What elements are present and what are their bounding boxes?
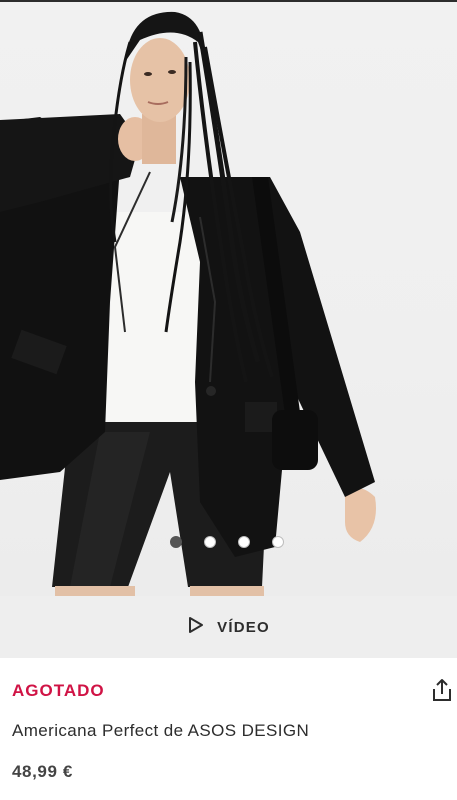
- stock-status-label: AGOTADO: [12, 681, 105, 700]
- carousel-dot-1[interactable]: [170, 536, 182, 548]
- product-image[interactable]: [0, 2, 457, 596]
- play-triangle-icon: [187, 616, 205, 639]
- carousel-dots: [170, 536, 284, 548]
- share-button[interactable]: [430, 677, 456, 705]
- product-price: 48,99 €: [12, 762, 73, 781]
- video-label: VÍDEO: [217, 618, 270, 636]
- product-title: Americana Perfect de ASOS DESIGN: [12, 721, 310, 740]
- video-button[interactable]: VÍDEO: [0, 596, 457, 658]
- model-photo-illustration: [0, 11, 376, 596]
- carousel-dot-3[interactable]: [238, 536, 250, 548]
- carousel-dot-2[interactable]: [204, 536, 216, 548]
- share-upload-icon: [433, 679, 451, 701]
- carousel-dot-4[interactable]: [272, 536, 284, 548]
